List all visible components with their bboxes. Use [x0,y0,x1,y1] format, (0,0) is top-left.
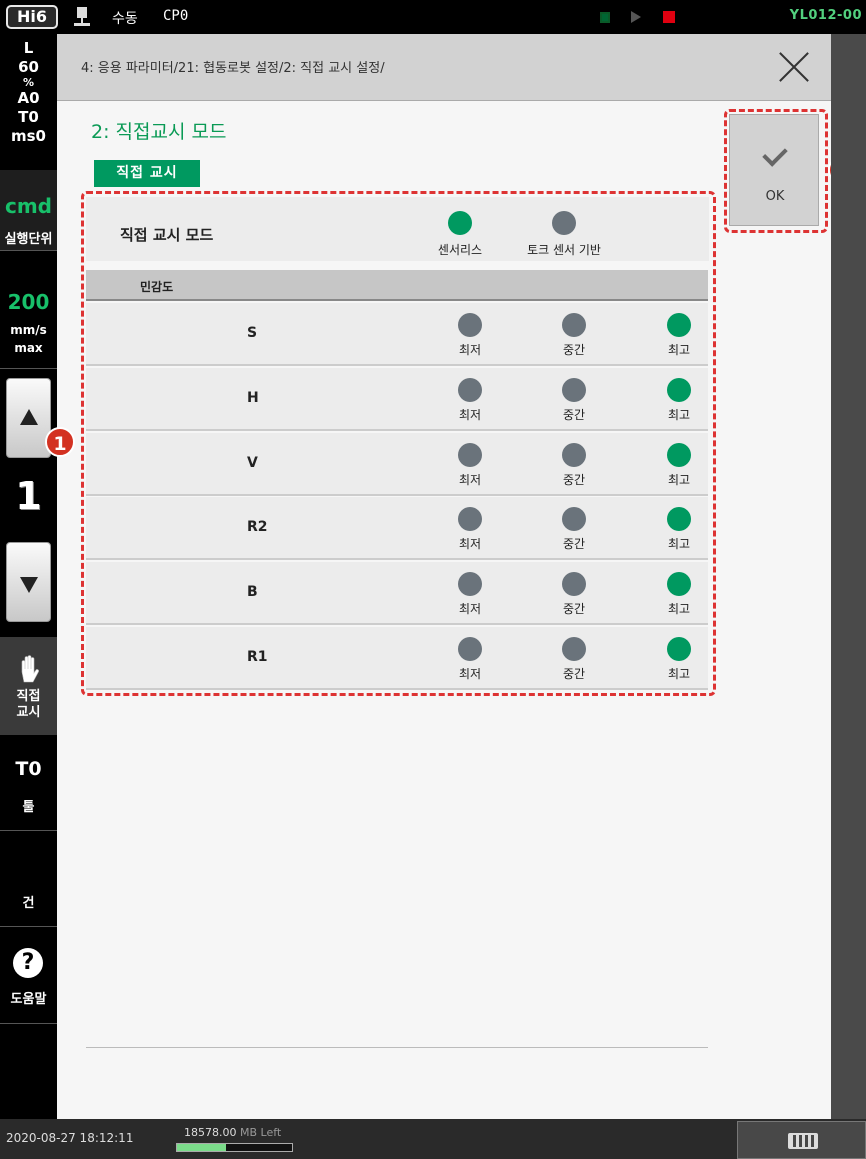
status-l: L [23,39,34,57]
status-ms: ms0 [11,127,46,145]
right-scroll-bar[interactable] [831,34,866,1119]
bottom-status-bar: 2020-08-27 18:12:11 18578.00 MB Left [0,1119,866,1159]
section-tag: 직접 교시 [94,160,200,187]
step-value: 1 [15,474,42,518]
help-icon[interactable]: ? [13,948,43,978]
speed-mode: max [14,341,43,355]
close-icon[interactable] [777,50,811,84]
hand-icon [21,655,39,683]
memory-bar [176,1143,293,1152]
servo-indicator-icon [600,12,610,23]
tool-value[interactable]: T0 [0,758,57,780]
keyboard-icon [788,1133,818,1149]
header-bar: 4: 응용 파라미터/21: 협동로봇 설정/2: 직접 교시 설정/ [57,34,831,101]
arrow-down-icon [20,577,38,593]
operation-mode: 수동 [112,11,138,27]
settings-panel: 4: 응용 파라미터/21: 협동로봇 설정/2: 직접 교시 설정/ 2: 직… [45,34,858,1119]
memory-bar-fill [177,1144,227,1151]
gun-button[interactable]: 건 [0,892,57,911]
exec-unit-label: 실행단위 [4,232,53,247]
status-l-value: 60 [18,58,39,76]
job-name[interactable]: YL012-00 [790,8,862,23]
step-up-button[interactable] [6,378,51,458]
arrow-up-icon [20,409,38,425]
callout-box-2 [724,109,828,233]
memory-left: 18578.00 MB Left [184,1126,282,1139]
status-a: A0 [17,89,40,107]
top-status-bar: Hi6 수동 CP0 YL012-00 [0,0,866,34]
brand-badge[interactable]: Hi6 [6,5,58,29]
datetime: 2020-08-27 18:12:11 [6,1131,134,1145]
direct-teach-label: 직접 교시 [16,689,41,720]
callout-box-1 [81,191,716,696]
exec-unit-button[interactable]: cmd 실행단위 [0,170,57,250]
breadcrumb: 4: 응용 파라미터/21: 협동로봇 설정/2: 직접 교시 설정/ [81,61,385,76]
cmd-label: cmd [4,194,52,218]
help-label[interactable]: 도움말 [0,988,57,1007]
network-icon [74,7,90,27]
status-block: L 60 % A0 T0 ms0 [0,39,57,146]
speed-value[interactable]: 200 [0,290,57,314]
keyboard-button[interactable] [737,1121,866,1159]
status-percent: % [22,76,35,89]
step-down-button[interactable] [6,542,51,622]
divider [86,1047,708,1048]
status-t: T0 [18,108,39,126]
left-sidebar: L 60 % A0 T0 ms0 cmd 실행단위 200 mm/s max 1… [0,34,57,1119]
stop-icon [663,11,675,23]
callout-marker-1: 1 [45,427,75,457]
tool-label: 툴 [22,800,35,815]
play-icon [631,11,641,23]
speed-unit: mm/s [10,323,47,337]
cp-indicator: CP0 [163,8,189,24]
direct-teach-button[interactable]: 직접 교시 [0,637,57,735]
page-title: 2: 직접교시 모드 [91,121,227,143]
